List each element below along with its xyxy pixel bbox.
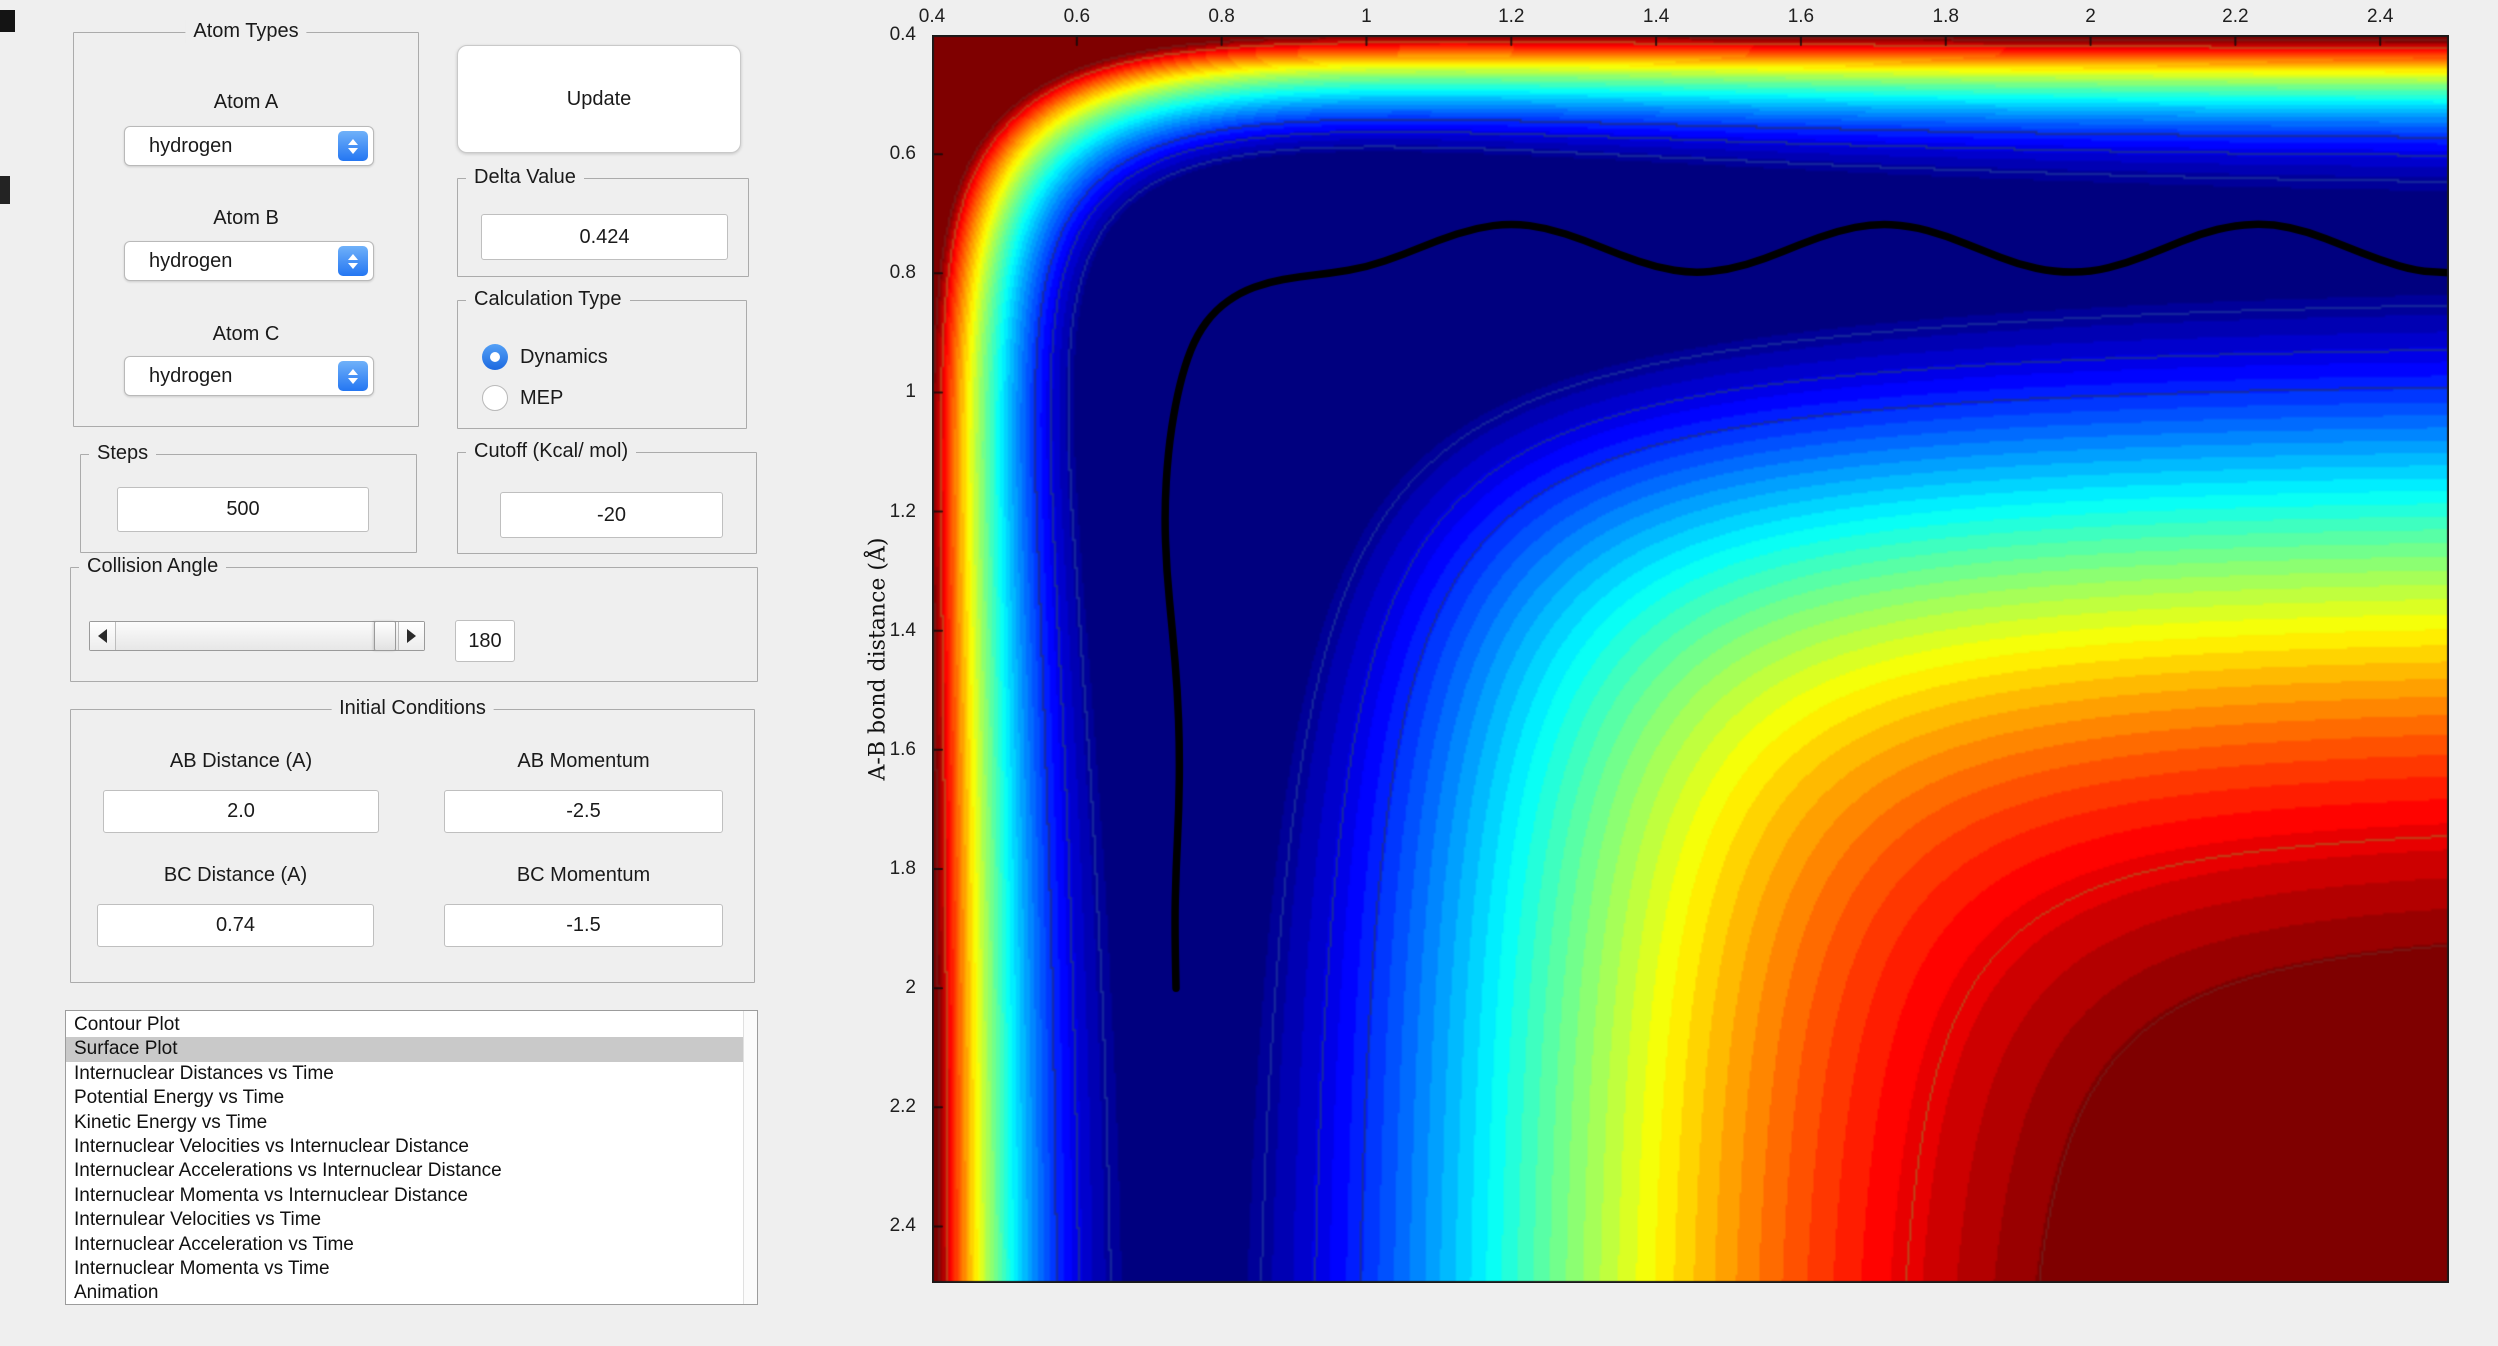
listbox-item[interactable]: Internuclear Momenta vs Time <box>66 1257 743 1281</box>
bc-momentum-label: BC Momentum <box>444 864 723 887</box>
y-tick-label: 1.2 <box>890 501 916 523</box>
listbox-item[interactable]: Kinetic Energy vs Time <box>66 1111 743 1135</box>
plot-type-listbox[interactable]: Contour PlotSurface PlotInternuclear Dis… <box>65 1010 758 1305</box>
x-tick-label: 2.4 <box>2367 6 2393 28</box>
y-tick-label: 0.8 <box>890 262 916 284</box>
collision-angle-input[interactable]: 180 <box>455 620 515 662</box>
atom-b-label: Atom B <box>74 207 418 230</box>
steps-title: Steps <box>89 442 156 465</box>
y-tick-label: 1.6 <box>890 739 916 761</box>
mep-radio-label: MEP <box>520 387 563 410</box>
collision-angle-panel: Collision Angle 180 <box>70 567 758 682</box>
listbox-item[interactable]: Internuclear Velocities vs Internuclear … <box>66 1135 743 1159</box>
y-tick-label: 2.2 <box>890 1096 916 1118</box>
atom-a-label: Atom A <box>74 91 418 114</box>
mep-radio-button[interactable] <box>482 385 508 411</box>
x-tick-label: 1.6 <box>1788 6 1814 28</box>
delta-value-title: Delta Value <box>466 166 584 189</box>
bc-momentum-input[interactable]: -1.5 <box>444 904 723 947</box>
x-tick-label: 0.4 <box>919 6 945 28</box>
dynamics-radio-button[interactable] <box>482 344 508 370</box>
atom-c-select[interactable]: hydrogen <box>124 356 374 396</box>
contour-plot-canvas <box>932 35 2449 1283</box>
radio-row-mep: MEP <box>482 384 563 412</box>
y-tick-label: 2 <box>905 977 916 999</box>
calculation-type-title: Calculation Type <box>466 288 630 311</box>
ab-distance-label: AB Distance (A) <box>103 750 379 773</box>
listbox-scrollbar[interactable] <box>743 1011 757 1304</box>
listbox-item[interactable]: Internuclear Distances vs Time <box>66 1062 743 1086</box>
left-arrow-icon <box>98 629 107 643</box>
x-tick-label: 2 <box>2085 6 2096 28</box>
radio-row-dynamics: Dynamics <box>482 343 608 371</box>
right-arrow-icon <box>407 629 416 643</box>
listbox-item[interactable]: Potential Energy vs Time <box>66 1086 743 1110</box>
combobox-arrows-icon[interactable] <box>338 361 368 391</box>
y-tick-label: 1 <box>905 381 916 403</box>
plot-type-list: Contour PlotSurface PlotInternuclear Dis… <box>66 1013 743 1305</box>
listbox-item[interactable]: Internuclear Acceleration vs Time <box>66 1233 743 1257</box>
y-axis-title: A-B bond distance (Å) <box>866 538 891 781</box>
screen-artifact <box>0 10 15 32</box>
x-tick-label: 1.2 <box>1498 6 1524 28</box>
slider-thumb[interactable] <box>374 621 396 651</box>
slider-track[interactable] <box>116 622 398 650</box>
atom-b-value: hydrogen <box>125 250 338 273</box>
x-tick-label: 1 <box>1361 6 1372 28</box>
cutoff-title: Cutoff (Kcal/ mol) <box>466 440 636 463</box>
slider-left-arrow-button[interactable] <box>90 622 116 650</box>
y-tick-label: 2.4 <box>890 1215 916 1237</box>
initial-conditions-title: Initial Conditions <box>331 697 494 720</box>
y-tick-label: 0.6 <box>890 143 916 165</box>
steps-panel: Steps 500 <box>80 454 417 553</box>
collision-angle-slider[interactable] <box>89 621 425 651</box>
listbox-item[interactable]: Internuclear Accelerations vs Internucle… <box>66 1159 743 1183</box>
atom-a-select[interactable]: hydrogen <box>124 126 374 166</box>
atom-types-panel: Atom Types Atom A hydrogen Atom B hydrog… <box>73 32 419 427</box>
ab-distance-input[interactable]: 2.0 <box>103 790 379 833</box>
combobox-arrows-icon[interactable] <box>338 131 368 161</box>
dynamics-radio-label: Dynamics <box>520 346 608 369</box>
atom-types-title: Atom Types <box>185 20 306 43</box>
cutoff-panel: Cutoff (Kcal/ mol) -20 <box>457 452 757 554</box>
y-tick-label: 0.4 <box>890 24 916 46</box>
listbox-item[interactable]: Animation <box>66 1281 743 1305</box>
initial-conditions-panel: Initial Conditions AB Distance (A) AB Mo… <box>70 709 755 983</box>
y-tick-label: 1.8 <box>890 858 916 880</box>
atom-c-label: Atom C <box>74 323 418 346</box>
screen-artifact <box>0 176 10 204</box>
up-arrow-icon <box>348 139 358 145</box>
update-button[interactable]: Update <box>457 45 741 153</box>
x-tick-label: 0.6 <box>1064 6 1090 28</box>
down-arrow-icon <box>348 148 358 154</box>
collision-angle-title: Collision Angle <box>79 555 226 578</box>
down-arrow-icon <box>348 263 358 269</box>
delta-value-input[interactable]: 0.424 <box>481 214 728 260</box>
ab-momentum-input[interactable]: -2.5 <box>444 790 723 833</box>
delta-value-panel: Delta Value 0.424 <box>457 178 749 277</box>
atom-a-value: hydrogen <box>125 135 338 158</box>
calculation-type-panel: Calculation Type Dynamics MEP <box>457 300 747 429</box>
x-tick-label: 0.8 <box>1208 6 1234 28</box>
combobox-arrows-icon[interactable] <box>338 246 368 276</box>
ab-momentum-label: AB Momentum <box>444 750 723 773</box>
bc-distance-input[interactable]: 0.74 <box>97 904 374 947</box>
listbox-item[interactable]: Contour Plot <box>66 1013 743 1037</box>
y-tick-label: 1.4 <box>890 620 916 642</box>
cutoff-input[interactable]: -20 <box>500 492 723 538</box>
up-arrow-icon <box>348 369 358 375</box>
bc-distance-label: BC Distance (A) <box>97 864 374 887</box>
up-arrow-icon <box>348 254 358 260</box>
listbox-item[interactable]: Internulear Velocities vs Time <box>66 1208 743 1232</box>
slider-right-arrow-button[interactable] <box>398 622 424 650</box>
atom-c-value: hydrogen <box>125 365 338 388</box>
listbox-item[interactable]: Internuclear Momenta vs Internuclear Dis… <box>66 1184 743 1208</box>
x-tick-label: 2.2 <box>2222 6 2248 28</box>
steps-input[interactable]: 500 <box>117 487 369 532</box>
x-tick-label: 1.4 <box>1643 6 1669 28</box>
atom-b-select[interactable]: hydrogen <box>124 241 374 281</box>
listbox-item[interactable]: Surface Plot <box>66 1037 743 1061</box>
x-tick-label: 1.8 <box>1933 6 1959 28</box>
down-arrow-icon <box>348 378 358 384</box>
